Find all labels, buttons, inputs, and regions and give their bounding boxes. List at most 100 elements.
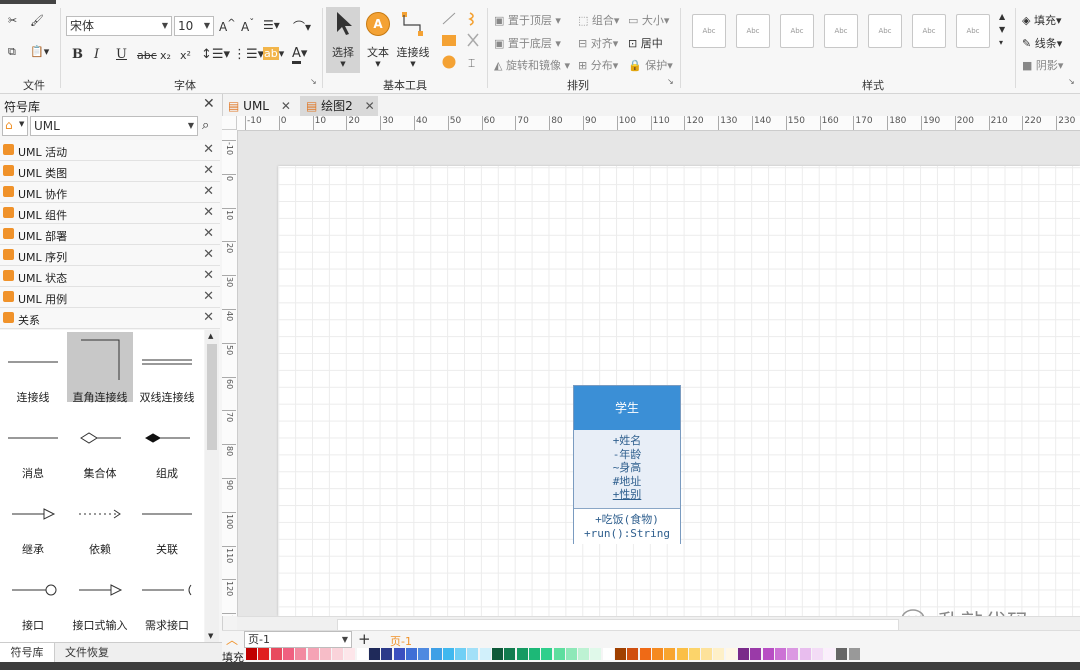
- library-item[interactable]: UML 类图 ✕: [0, 161, 220, 182]
- shape-association[interactable]: 关联: [134, 484, 200, 556]
- scroll-up-icon[interactable]: ▲: [208, 332, 213, 340]
- color-swatch[interactable]: [307, 648, 319, 660]
- group-button[interactable]: ⬚ 组合▾: [578, 12, 619, 28]
- close-icon[interactable]: ✕: [203, 96, 215, 112]
- color-swatch[interactable]: [344, 648, 356, 660]
- close-icon[interactable]: ✕: [203, 184, 214, 199]
- color-swatch[interactable]: [381, 648, 393, 660]
- italic-icon[interactable]: I: [94, 47, 99, 62]
- close-icon[interactable]: ✕: [203, 226, 214, 241]
- color-swatch[interactable]: [516, 648, 528, 660]
- style-preset-4[interactable]: Abc: [824, 14, 858, 48]
- color-swatch[interactable]: [319, 648, 331, 660]
- highlight-color-icon[interactable]: ab▾: [263, 47, 284, 60]
- cut-icon[interactable]: ✂: [8, 14, 17, 27]
- library-item[interactable]: 关系 ✕: [0, 308, 220, 329]
- color-swatch[interactable]: [258, 648, 270, 660]
- library-item[interactable]: UML 序列 ✕: [0, 245, 220, 266]
- font-color-icon[interactable]: A▾: [292, 46, 307, 64]
- tab-symbol-library[interactable]: 符号库: [0, 643, 55, 663]
- color-swatch[interactable]: [295, 648, 307, 660]
- select-tool-button[interactable]: 选择 ▼: [326, 7, 360, 73]
- shape-required-interface[interactable]: 需求接口: [134, 560, 200, 632]
- color-swatch[interactable]: [504, 648, 516, 660]
- color-swatch[interactable]: [590, 648, 602, 660]
- paste-icon[interactable]: 📋▾: [30, 45, 49, 58]
- distribute-button[interactable]: ⊞ 分布▾: [578, 57, 618, 73]
- tab-drawing2[interactable]: ▤ 绘图2 ✕: [300, 96, 378, 116]
- center-button[interactable]: ⊡ 居中: [628, 35, 663, 51]
- color-swatch[interactable]: [455, 648, 467, 660]
- color-swatch[interactable]: [824, 648, 836, 660]
- color-swatch[interactable]: [442, 648, 454, 660]
- dialog-launcher-icon[interactable]: ↘: [310, 78, 318, 86]
- bold-icon[interactable]: B: [72, 47, 83, 62]
- text-tool-button[interactable]: A 文本 ▼: [364, 10, 392, 70]
- style-preset-1[interactable]: Abc: [692, 14, 726, 48]
- rotate-mirror-button[interactable]: ◭ 旋转和镜像 ▾: [494, 57, 570, 73]
- strikethrough-icon[interactable]: abc: [137, 49, 157, 62]
- color-swatch[interactable]: [664, 648, 676, 660]
- search-icon[interactable]: ⌕: [202, 118, 209, 133]
- shape-aggregation[interactable]: 集合体: [67, 408, 133, 480]
- horizontal-scrollbar[interactable]: [237, 616, 1080, 631]
- shadow-button[interactable]: ■ 阴影▾: [1022, 57, 1063, 73]
- send-back-button[interactable]: ▣ 置于底层 ▾: [494, 35, 561, 51]
- style-scroll-icon[interactable]: ▲ ▼ ▾: [999, 10, 1005, 49]
- style-preset-3[interactable]: Abc: [780, 14, 814, 48]
- shape-connector[interactable]: 连接线: [0, 332, 66, 404]
- chevron-up-icon[interactable]: ︿: [226, 631, 238, 648]
- color-swatch[interactable]: [246, 648, 257, 660]
- dialog-launcher-icon[interactable]: ↘: [1068, 78, 1076, 86]
- style-preset-5[interactable]: Abc: [868, 14, 902, 48]
- library-item[interactable]: UML 组件 ✕: [0, 203, 220, 224]
- tab-uml[interactable]: ▤ UML ✕: [228, 96, 291, 116]
- dialog-launcher-icon[interactable]: ↘: [667, 78, 675, 86]
- library-item[interactable]: UML 用例 ✕: [0, 287, 220, 308]
- shape-double-connector[interactable]: 双线连接线: [134, 332, 200, 404]
- color-swatch[interactable]: [762, 648, 774, 660]
- subscript-icon[interactable]: x₂: [160, 49, 171, 62]
- color-swatch[interactable]: [528, 648, 540, 660]
- protect-button[interactable]: 🔒 保护▾: [628, 57, 673, 73]
- shape-orthogonal-connector[interactable]: 直角连接线: [67, 332, 133, 404]
- library-item[interactable]: UML 状态 ✕: [0, 266, 220, 287]
- color-swatch[interactable]: [405, 648, 417, 660]
- color-swatch[interactable]: [282, 648, 294, 660]
- color-swatch[interactable]: [270, 648, 282, 660]
- color-swatch[interactable]: [393, 648, 405, 660]
- shape-grid-scrollbar[interactable]: ▲ ▼: [205, 330, 219, 642]
- color-swatch[interactable]: [848, 648, 860, 660]
- shape-dependency[interactable]: 依赖: [67, 484, 133, 556]
- close-icon[interactable]: ✕: [203, 310, 214, 325]
- close-icon[interactable]: ✕: [203, 247, 214, 262]
- color-swatch[interactable]: [369, 648, 380, 660]
- superscript-icon[interactable]: x²: [180, 49, 191, 62]
- font-family-select[interactable]: 宋体 ▼: [66, 16, 172, 36]
- color-swatch[interactable]: [639, 648, 651, 660]
- style-preset-6[interactable]: Abc: [912, 14, 946, 48]
- color-swatch[interactable]: [701, 648, 713, 660]
- color-swatch[interactable]: [787, 648, 799, 660]
- style-preset-7[interactable]: Abc: [956, 14, 990, 48]
- color-swatch[interactable]: [541, 648, 553, 660]
- color-swatch[interactable]: [774, 648, 786, 660]
- color-swatch[interactable]: [688, 648, 700, 660]
- close-icon[interactable]: ✕: [365, 99, 375, 113]
- align-button[interactable]: ⊟ 对齐▾: [578, 35, 618, 51]
- style-preset-2[interactable]: Abc: [736, 14, 770, 48]
- connector-tool-button[interactable]: 连接线 ▼: [394, 10, 432, 70]
- color-swatch[interactable]: [627, 648, 639, 660]
- color-swatch[interactable]: [602, 648, 614, 660]
- bring-front-button[interactable]: ▣ 置于顶层 ▾: [494, 12, 561, 28]
- color-swatch[interactable]: [750, 648, 762, 660]
- color-swatch[interactable]: [578, 648, 590, 660]
- close-icon[interactable]: ✕: [281, 99, 291, 113]
- library-item[interactable]: UML 活动 ✕: [0, 140, 220, 161]
- line-button[interactable]: ✎ 线条▾: [1022, 35, 1062, 51]
- library-item[interactable]: UML 协作 ✕: [0, 182, 220, 203]
- color-swatch[interactable]: [799, 648, 811, 660]
- page-select[interactable]: 页-1 ▼: [244, 631, 352, 648]
- uml-class-shape[interactable]: 学生 +姓名 -年龄 ~身高 #地址 +性别 +吃饭(食物) +run():St…: [573, 385, 681, 544]
- format-painter-icon[interactable]: 🖌: [30, 14, 44, 27]
